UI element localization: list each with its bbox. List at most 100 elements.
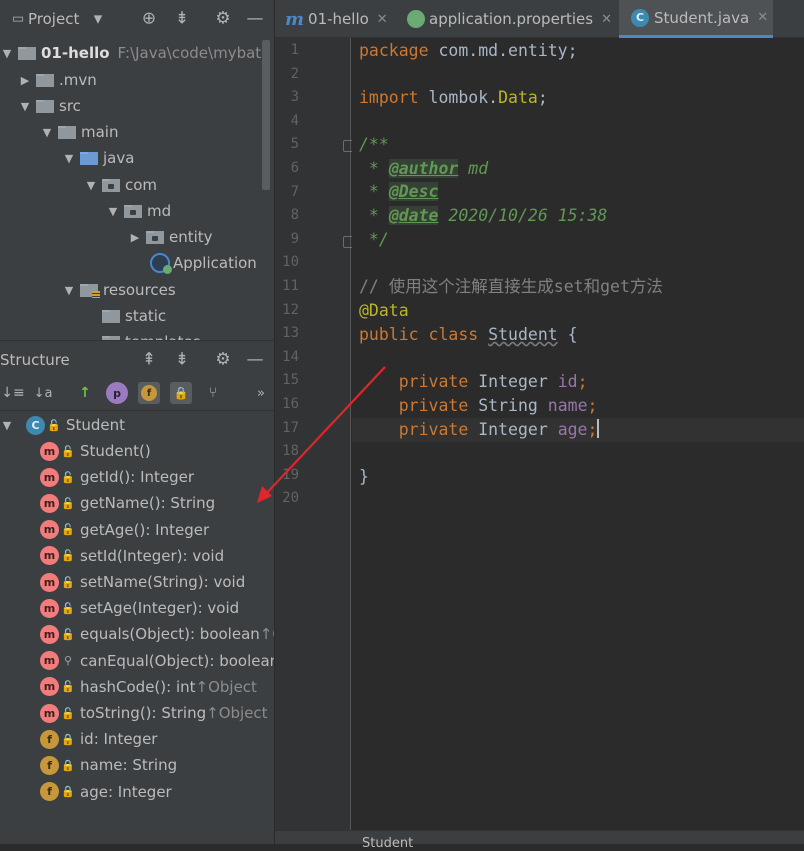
show-lambdas-icon[interactable]: ⑂ <box>202 382 224 404</box>
expanded-arrow-icon[interactable]: ▼ <box>0 47 14 60</box>
structure-item-label: Student() <box>80 442 151 460</box>
code-line-6[interactable]: * @author md <box>359 157 488 181</box>
structure-method-item[interactable]: m 🔓 setName(String): void <box>40 569 274 595</box>
line-number: 5 <box>290 136 299 153</box>
locate-file-icon[interactable]: ⊕ <box>139 10 159 28</box>
expanded-arrow-icon[interactable]: ▼ <box>106 205 120 218</box>
expand-all-icon[interactable]: ⇞ <box>139 351 159 368</box>
keyword: public class <box>359 325 479 344</box>
close-icon[interactable]: ✕ <box>601 12 612 27</box>
structure-panel-title[interactable]: Structure <box>0 351 70 369</box>
code-line-1[interactable]: package com.md.entity; <box>359 39 578 63</box>
resources-folder-icon <box>80 283 100 298</box>
structure-method-item[interactable]: m ⚲ canEqual(Object): boolean <box>40 648 274 674</box>
tree-item-com[interactable]: ▼ com <box>84 172 157 198</box>
code-line-7[interactable]: * @Desc <box>359 180 439 204</box>
expanded-arrow-icon[interactable]: ▼ <box>62 284 76 297</box>
code-line-8[interactable]: * @date 2020/10/26 15:38 <box>359 204 607 228</box>
structure-method-item[interactable]: m 🔓 getAge(): Integer <box>40 517 274 543</box>
line-number: 1 <box>290 42 299 58</box>
structure-method-item[interactable]: m 🔓 setId(Integer): void <box>40 543 274 569</box>
show-inherited-icon[interactable]: ↑ <box>74 382 96 404</box>
show-fields-toggle[interactable]: f <box>138 382 160 404</box>
method-icon: m <box>40 493 59 513</box>
structure-field-item[interactable]: f 🔒 age: Integer <box>40 779 274 805</box>
line-number: 4 <box>290 112 299 129</box>
code-line-13[interactable]: public class Student { <box>359 323 578 347</box>
expanded-arrow-icon[interactable]: ▼ <box>18 100 32 113</box>
tree-item-main[interactable]: ▼ main <box>40 119 119 145</box>
javadoc-tag: @date <box>388 206 439 225</box>
code-line-9[interactable]: */ <box>359 228 389 252</box>
collapse-all-icon[interactable]: ⇟ <box>172 10 192 28</box>
tree-item-java[interactable]: ▼ java <box>62 145 135 171</box>
spring-boot-class-icon <box>150 253 172 274</box>
project-view-icon[interactable]: ▭ <box>8 13 28 26</box>
tree-item-md[interactable]: ▼ md <box>106 198 171 224</box>
project-hide-icon[interactable]: — <box>245 10 265 28</box>
line-number: 9 <box>290 230 299 247</box>
class-icon: C <box>631 8 649 27</box>
expanded-arrow-icon[interactable]: ▼ <box>40 126 54 139</box>
tree-item-src[interactable]: ▼ src <box>18 93 81 119</box>
structure-field-item[interactable]: f 🔒 name: String <box>40 752 274 778</box>
tree-item-entity[interactable]: ▶ entity <box>128 224 213 250</box>
tree-item-resources[interactable]: ▼ resources <box>62 277 176 303</box>
project-panel-title[interactable]: Project <box>28 10 79 28</box>
project-view-dropdown-icon[interactable]: ▼ <box>88 14 108 25</box>
tree-item-static[interactable]: static <box>84 303 166 329</box>
expanded-arrow-icon[interactable]: ▼ <box>62 152 76 165</box>
close-icon[interactable]: ✕ <box>757 10 768 25</box>
sort-alphabetically-icon[interactable]: ↓a <box>32 382 54 404</box>
editor-breadcrumb-bar <box>275 830 804 844</box>
tree-item-templates[interactable]: templates <box>84 329 201 340</box>
code-line-11[interactable]: // 使用这个注解直接生成set和get方法 <box>359 275 663 299</box>
tree-item-label: main <box>81 123 119 141</box>
structure-settings-gear-icon[interactable]: ⚙ <box>213 351 233 368</box>
structure-method-item[interactable]: m 🔓 getId(): Integer <box>40 464 274 490</box>
tree-item-project-root[interactable]: ▼ 01-hello F:\Java\code\mybatisP <box>0 40 262 66</box>
structure-method-item[interactable]: m🔓 equals(Object): boolean ↑Object <box>40 621 274 647</box>
structure-method-item[interactable]: m 🔓 toString(): String ↑Object <box>40 700 274 726</box>
structure-item-label: Student <box>66 416 126 434</box>
structure-field-item[interactable]: f 🔒 id: Integer <box>40 726 274 752</box>
package-icon <box>102 178 120 192</box>
tab-label: Student.java <box>654 8 750 27</box>
line-number: 2 <box>290 65 299 82</box>
structure-root-class[interactable]: ▼ C 🔓 Student <box>0 412 274 438</box>
folder-icon <box>58 125 76 139</box>
tab-01-hello[interactable]: m 01-hello ✕ <box>275 0 396 38</box>
tree-item-label: src <box>59 97 81 115</box>
folder-icon <box>36 99 54 113</box>
tree-item-application[interactable]: Application <box>150 250 257 276</box>
structure-method-item[interactable]: m 🔓 getName(): String <box>40 490 274 516</box>
tree-item-label: 01-hello <box>41 44 110 62</box>
show-non-public-toggle[interactable]: 🔒 <box>170 382 192 404</box>
structure-item-label: age: Integer <box>80 782 172 801</box>
spring-icon <box>407 10 425 28</box>
tab-application-properties[interactable]: application.properties ✕ <box>397 0 618 38</box>
structure-method-item[interactable]: m 🔓 hashCode(): int ↑Object <box>40 674 274 700</box>
public-visibility-icon: 🔓 <box>61 680 75 694</box>
collapse-all-icon[interactable]: ⇟ <box>172 351 192 368</box>
code-text: ; <box>537 88 548 107</box>
method-icon: m <box>40 677 59 697</box>
structure-method-item[interactable]: m 🔓 setAge(Integer): void <box>40 595 274 621</box>
project-panel-header: ▭ Project ▼ ⊕ ⇟ ⚙ — <box>0 0 274 38</box>
code-line-3[interactable]: import lombok.Data; <box>359 86 548 110</box>
expanded-arrow-icon[interactable]: ▼ <box>0 419 14 432</box>
show-properties-icon[interactable]: p <box>106 382 128 404</box>
collapsed-arrow-icon[interactable]: ▶ <box>18 74 32 87</box>
tree-item-mvn[interactable]: ▶ .mvn <box>18 67 97 93</box>
project-settings-gear-icon[interactable]: ⚙ <box>213 10 233 28</box>
structure-item-label: hashCode(): int <box>80 677 196 696</box>
method-icon: m <box>40 572 59 592</box>
code-line-5[interactable]: /** <box>359 133 389 157</box>
expanded-arrow-icon[interactable]: ▼ <box>84 179 98 192</box>
sort-by-visibility-icon[interactable]: ↓≡ <box>1 382 24 404</box>
close-icon[interactable]: ✕ <box>377 12 388 27</box>
code-line-12[interactable]: @Data <box>359 299 409 323</box>
structure-method-item[interactable]: m 🔓 Student() <box>40 438 274 464</box>
collapsed-arrow-icon[interactable]: ▶ <box>128 231 142 244</box>
tab-student-java[interactable]: C Student.java ✕ <box>619 0 773 38</box>
